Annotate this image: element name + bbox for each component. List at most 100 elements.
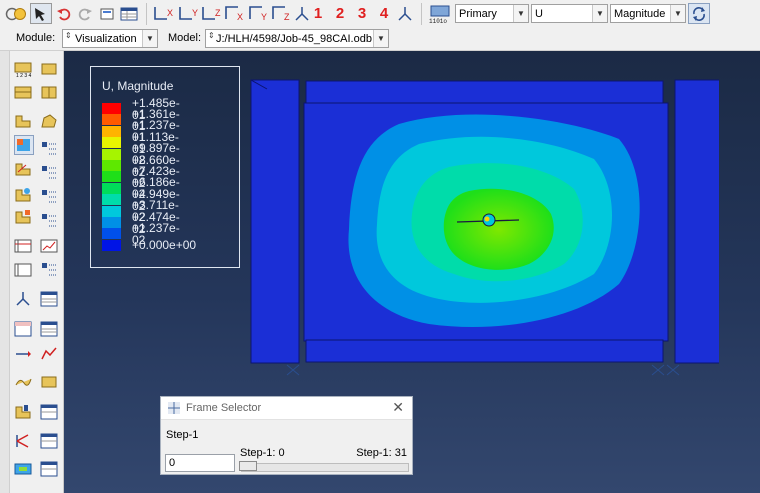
- contour-plot-icon[interactable]: [14, 135, 34, 155]
- impact-center: [484, 216, 490, 222]
- symbol-options-icon[interactable]: [40, 164, 58, 182]
- legend-swatch: [102, 182, 121, 194]
- legend-row: +1.485e-01: [102, 97, 180, 121]
- model-select[interactable]: ⇕ J:/HLH/4598/Job-45_98CAI.odb ▼: [205, 29, 389, 48]
- frame-3-label: 3: [357, 5, 367, 22]
- frame-selector-dialog: Frame Selector ✕ Step-1 Step-1: 0 Step-1…: [160, 396, 413, 475]
- triad-icon[interactable]: [395, 3, 415, 24]
- xy-data-icon[interactable]: [14, 320, 32, 338]
- variable-select[interactable]: U ▼: [531, 4, 608, 23]
- contour-legend: U, Magnitude +1.485e-01 +1.361e-01 +1.237e…: [90, 66, 240, 268]
- ply-options-icon[interactable]: [40, 212, 58, 230]
- toolbox-handle[interactable]: [0, 51, 10, 493]
- bottom-clamp: [305, 339, 664, 363]
- frame-number-input[interactable]: [165, 454, 235, 472]
- module-select[interactable]: ⇕ Visualization ▼: [62, 29, 158, 48]
- sphere-icon[interactable]: [13, 3, 27, 24]
- orientation-options-icon[interactable]: [40, 188, 58, 206]
- legend-row: +4.949e-02: [102, 188, 180, 212]
- plot-overlay-icon[interactable]: [40, 60, 58, 78]
- legend-row: +8.660e-02: [102, 154, 180, 178]
- model-label: Model:: [168, 32, 202, 44]
- frame-3-button[interactable]: 3: [354, 3, 370, 24]
- invariant-select-value: Magnitude: [614, 7, 666, 20]
- view-y-letter: Y: [192, 8, 198, 18]
- results-manager-icon[interactable]: [40, 460, 58, 478]
- display-group-icon[interactable]: [14, 432, 32, 450]
- frame-1-button[interactable]: 1: [310, 3, 326, 24]
- spinner-icon: ⇕: [65, 31, 72, 40]
- sync-icon[interactable]: [688, 3, 710, 24]
- chevron-down-icon: ▼: [373, 30, 388, 47]
- select-tool-icon[interactable]: [30, 3, 52, 24]
- animation-options-icon[interactable]: [40, 261, 58, 279]
- boundary-condition-icon: [286, 364, 680, 376]
- module-label: Module:: [16, 32, 56, 44]
- frame-1-label: 1: [313, 5, 323, 22]
- frame-2-label: 2: [335, 5, 345, 22]
- stream-icon[interactable]: [14, 373, 32, 391]
- close-icon[interactable]: ✕: [392, 399, 404, 416]
- frame-slider[interactable]: [241, 463, 409, 472]
- svg-text:1 2 3 4: 1 2 3 4: [16, 73, 32, 78]
- deformed-shape-icon[interactable]: [40, 84, 58, 102]
- dialog-titlebar[interactable]: Frame Selector ✕: [161, 397, 412, 420]
- material-orientation-icon[interactable]: [14, 186, 32, 204]
- symbol-plot-icon[interactable]: [14, 160, 32, 178]
- plot-deformed-icon[interactable]: [14, 84, 32, 102]
- view-x-letter: X: [167, 8, 173, 18]
- view-minus-z-icon[interactable]: Z: [270, 3, 294, 24]
- chevron-down-icon: ▼: [142, 30, 157, 47]
- plot-undeformed-icon[interactable]: 1 2 3 4: [14, 60, 32, 79]
- variable-select-value: U: [535, 7, 543, 20]
- frame-4-button[interactable]: 4: [376, 3, 392, 24]
- view-y-icon[interactable]: Y: [177, 3, 201, 24]
- view-cut-icon[interactable]: [14, 403, 32, 421]
- legend-row: +0.000e+00: [102, 239, 196, 251]
- model-contour-plot[interactable]: [249, 79, 719, 409]
- contour-options-icon[interactable]: [40, 140, 58, 158]
- view-z-letter: Z: [215, 8, 221, 18]
- field-output-icon[interactable]: 1101o: [427, 3, 453, 24]
- legend-swatch: [102, 194, 121, 206]
- animate-scale-icon[interactable]: [14, 237, 32, 255]
- view-x-icon[interactable]: X: [152, 3, 176, 24]
- xy-manager-icon[interactable]: [40, 320, 58, 338]
- legend-swatch: [102, 160, 121, 171]
- animate-time-icon[interactable]: [40, 237, 58, 255]
- animate-harmonic-icon[interactable]: [14, 261, 32, 279]
- report-table-icon[interactable]: [40, 290, 58, 308]
- free-body-icon[interactable]: [14, 290, 32, 308]
- view-minus-x-icon[interactable]: X: [223, 3, 247, 24]
- redo-icon[interactable]: [76, 3, 94, 24]
- frame-slider-thumb[interactable]: [239, 461, 257, 471]
- view-minus-y-icon[interactable]: Y: [247, 3, 271, 24]
- undo-icon[interactable]: [55, 3, 73, 24]
- contour-band-peak: [443, 188, 554, 270]
- display-group-manager-icon[interactable]: [40, 432, 58, 450]
- iso-view-icon[interactable]: [292, 3, 312, 24]
- slider-max-label: Step-1: 31: [356, 447, 407, 459]
- legend-swatch: [102, 148, 121, 160]
- stream-options-icon[interactable]: [40, 373, 58, 391]
- view-cut-manager-icon[interactable]: [40, 403, 58, 421]
- table-icon[interactable]: [119, 3, 139, 24]
- view-z-icon[interactable]: Z: [200, 3, 224, 24]
- chevron-down-icon: ▼: [670, 5, 685, 22]
- contour-undeformed-icon[interactable]: [14, 112, 32, 130]
- xy-plot-icon[interactable]: [40, 345, 58, 363]
- invariant-select[interactable]: Magnitude ▼: [610, 4, 686, 23]
- legend-swatch: [102, 217, 121, 228]
- main-toolbar: X Y Z X Y Z 1 2 3 4 1101o Primary ▼ U ▼ …: [0, 0, 760, 29]
- frame-2-button[interactable]: 2: [332, 3, 348, 24]
- ply-stack-icon[interactable]: [14, 208, 32, 226]
- left-support-plate: [250, 79, 300, 364]
- contour-deformed-icon[interactable]: [40, 112, 58, 130]
- model-tree-icon[interactable]: [14, 460, 32, 478]
- svg-text:1101o: 1101o: [429, 18, 447, 24]
- primary-select[interactable]: Primary ▼: [455, 4, 529, 23]
- step-name: Step-1: [166, 429, 199, 441]
- spinner-icon: ⇕: [208, 31, 215, 40]
- canvas-icon[interactable]: [98, 3, 116, 24]
- path-icon[interactable]: [14, 345, 32, 363]
